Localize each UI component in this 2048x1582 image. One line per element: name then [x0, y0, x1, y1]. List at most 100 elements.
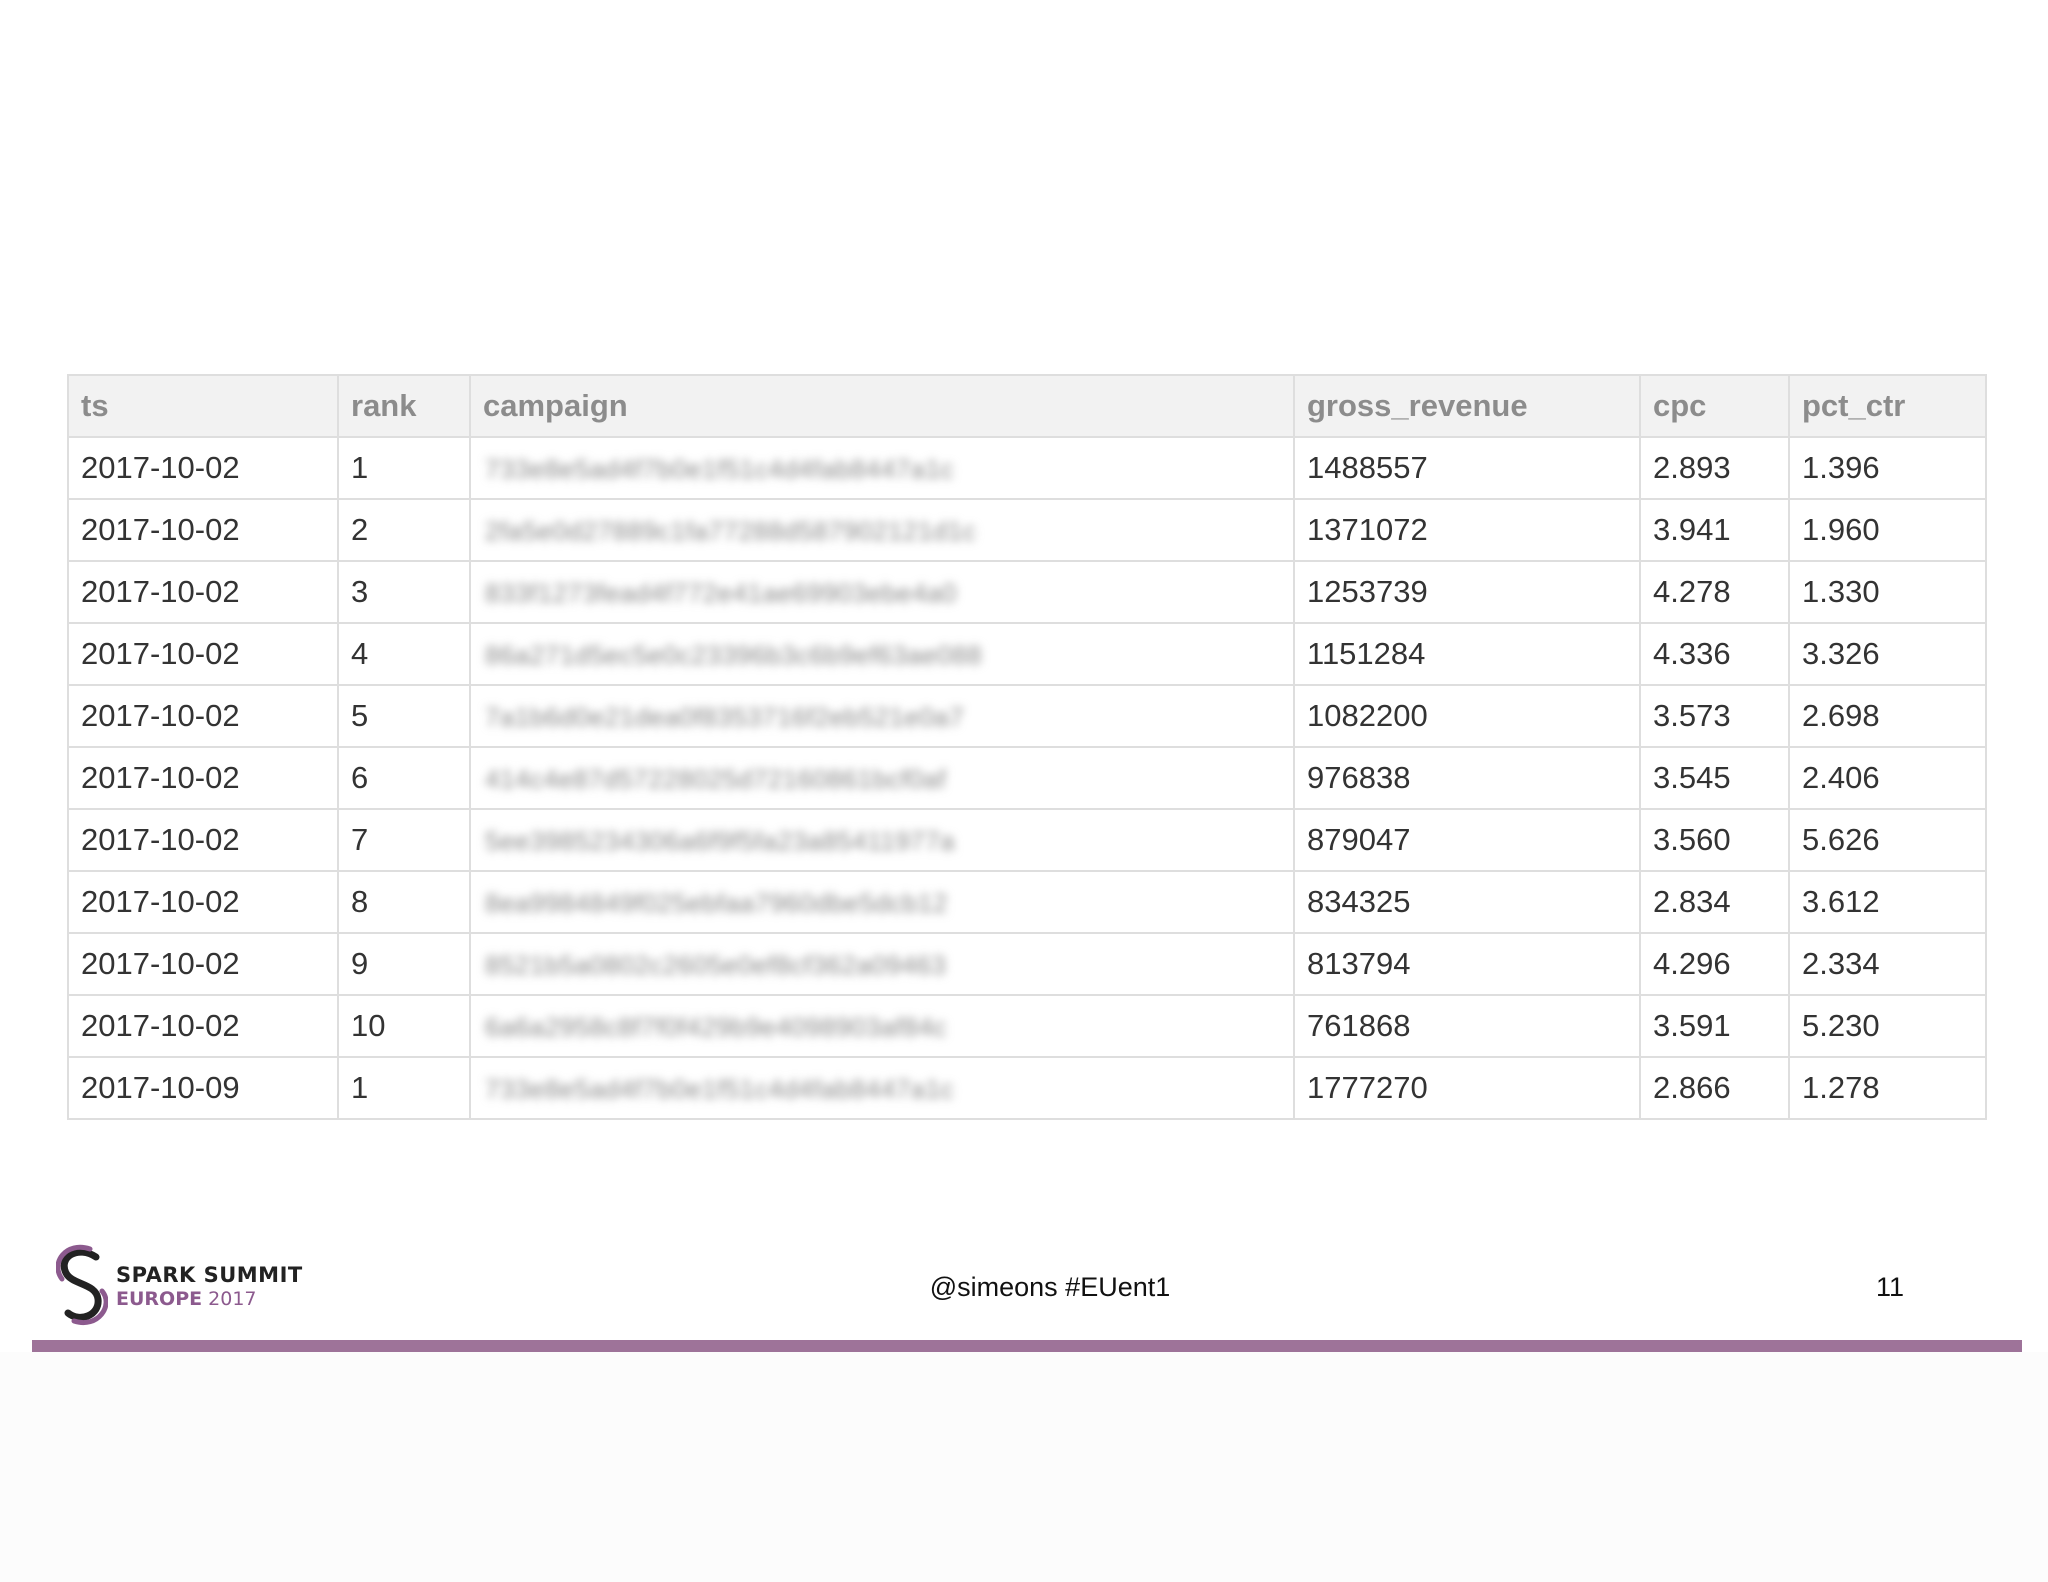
cell-cpc: 3.560: [1639, 808, 1790, 872]
cell-pct-ctr: 1.396: [1788, 436, 1987, 500]
cell-campaign: 733e8e5ad4f7b0e1f51c4d4fab8447a1c: [469, 436, 1295, 500]
cell-campaign: 8521b5a0802c2605e0ef8cf362a09463: [469, 932, 1295, 996]
cell-ts: 2017-10-02: [67, 560, 339, 624]
cell-ts: 2017-10-02: [67, 684, 339, 748]
cell-cpc: 2.866: [1639, 1056, 1790, 1120]
column-header-ts: ts: [67, 374, 339, 438]
cell-rank: 4: [337, 622, 471, 686]
redacted-campaign-id: 733e8e5ad4f7b0e1f51c4d4fab8447a1c: [485, 1074, 955, 1104]
spark-summit-logo: SPARK SUMMIT EUROPE 2017: [56, 1243, 316, 1327]
table-row: 2017-10-02 3 833f1273fead4f772e41ae69903eb…: [67, 560, 1987, 624]
table-row: 2017-10-02 6 414c4e87d57228025d72160861bcf…: [67, 746, 1987, 810]
cell-cpc: 4.296: [1639, 932, 1790, 996]
logo-subtitle: EUROPE 2017: [116, 1288, 257, 1310]
cell-pct-ctr: 2.406: [1788, 746, 1987, 810]
redacted-campaign-id: 8521b5a0802c2605e0ef8cf362a09463: [485, 950, 947, 980]
redacted-campaign-id: 414c4e87d57228025d72160861bcf0af: [485, 764, 947, 794]
cell-pct-ctr: 2.334: [1788, 932, 1987, 996]
cell-ts: 2017-10-02: [67, 870, 339, 934]
cell-rank: 9: [337, 932, 471, 996]
cell-campaign: 8ea9984849f025ebfaa7960dbe5dcb12: [469, 870, 1295, 934]
cell-campaign: 86a271d5ec5e0c23396b3c6b9ef63ae088: [469, 622, 1295, 686]
table-row: 2017-10-02 9 8521b5a0802c2605e0ef8cf362a09…: [67, 932, 1987, 996]
cell-gross-revenue: 1371072: [1293, 498, 1641, 562]
cell-ts: 2017-10-02: [67, 932, 339, 996]
cell-gross-revenue: 1777270: [1293, 1056, 1641, 1120]
redacted-campaign-id: 86a271d5ec5e0c23396b3c6b9ef63ae088: [485, 640, 983, 670]
cell-cpc: 3.591: [1639, 994, 1790, 1058]
redacted-campaign-id: 6a6a2958c8f7f0f429b9e4098903af84c: [485, 1012, 947, 1042]
cell-cpc: 3.573: [1639, 684, 1790, 748]
cell-pct-ctr: 3.612: [1788, 870, 1987, 934]
cell-pct-ctr: 2.698: [1788, 684, 1987, 748]
cell-rank: 3: [337, 560, 471, 624]
table-header-row: ts rank campaign gross_revenue cpc pct_ctr: [67, 374, 1987, 438]
column-header-cpc: cpc: [1639, 374, 1790, 438]
cell-cpc: 2.834: [1639, 870, 1790, 934]
table-row: 2017-10-02 4 86a271d5ec5e0c23396b3c6b9ef63…: [67, 622, 1987, 686]
cell-gross-revenue: 1082200: [1293, 684, 1641, 748]
cell-rank: 2: [337, 498, 471, 562]
cell-ts: 2017-10-02: [67, 746, 339, 810]
logo-subtitle-word: EUROPE: [116, 1288, 203, 1310]
table-body: 2017-10-02 1 733e8e5ad4f7b0e1f51c4d4fab844…: [67, 436, 1987, 1120]
cell-cpc: 4.336: [1639, 622, 1790, 686]
cell-gross-revenue: 879047: [1293, 808, 1641, 872]
cell-rank: 8: [337, 870, 471, 934]
cell-pct-ctr: 3.326: [1788, 622, 1987, 686]
cell-gross-revenue: 834325: [1293, 870, 1641, 934]
cell-rank: 5: [337, 684, 471, 748]
cell-cpc: 3.545: [1639, 746, 1790, 810]
cell-ts: 2017-10-02: [67, 622, 339, 686]
cell-gross-revenue: 1151284: [1293, 622, 1641, 686]
table-row: 2017-10-02 2 2fa5e0d27889c1fa77288d5879021…: [67, 498, 1987, 562]
results-table: ts rank campaign gross_revenue cpc pct_ctr 20…: [67, 374, 1987, 1120]
table-row: 2017-10-02 8 8ea9984849f025ebfaa7960dbe5dc…: [67, 870, 1987, 934]
cell-ts: 2017-10-02: [67, 498, 339, 562]
cell-campaign: 733e8e5ad4f7b0e1f51c4d4fab8447a1c: [469, 1056, 1295, 1120]
column-header-rank: rank: [337, 374, 471, 438]
redacted-campaign-id: 5ee3985234306a6f9f5fa23a85411977a: [485, 826, 956, 856]
column-header-campaign: campaign: [469, 374, 1295, 438]
logo-title: SPARK SUMMIT: [116, 1263, 303, 1287]
redacted-campaign-id: 833f1273fead4f772e41ae69903ebe4a0: [485, 578, 957, 608]
cell-rank: 10: [337, 994, 471, 1058]
cell-gross-revenue: 1253739: [1293, 560, 1641, 624]
cell-cpc: 2.893: [1639, 436, 1790, 500]
cell-pct-ctr: 1.278: [1788, 1056, 1987, 1120]
cell-rank: 7: [337, 808, 471, 872]
table-row: 2017-10-02 7 5ee3985234306a6f9f5fa23a85411…: [67, 808, 1987, 872]
spark-summit-logo-icon: [56, 1244, 108, 1326]
cell-gross-revenue: 813794: [1293, 932, 1641, 996]
column-header-pct-ctr: pct_ctr: [1788, 374, 1987, 438]
redacted-campaign-id: 2fa5e0d27889c1fa77288d587902121d1c: [485, 516, 977, 546]
table-row: 2017-10-02 10 6a6a2958c8f7f0f429b9e4098903…: [67, 994, 1987, 1058]
cell-campaign: 7a1b6d0e21dea0f8353716f2eb521e0a7: [469, 684, 1295, 748]
cell-pct-ctr: 1.330: [1788, 560, 1987, 624]
cell-gross-revenue: 976838: [1293, 746, 1641, 810]
cell-rank: 6: [337, 746, 471, 810]
cell-cpc: 3.941: [1639, 498, 1790, 562]
table-row: 2017-10-09 1 733e8e5ad4f7b0e1f51c4d4fab844…: [67, 1056, 1987, 1120]
table-row: 2017-10-02 1 733e8e5ad4f7b0e1f51c4d4fab844…: [67, 436, 1987, 500]
footer-accent-bar: [32, 1340, 2022, 1352]
cell-pct-ctr: 5.626: [1788, 808, 1987, 872]
cell-campaign: 6a6a2958c8f7f0f429b9e4098903af84c: [469, 994, 1295, 1058]
cell-rank: 1: [337, 436, 471, 500]
slide: ts rank campaign gross_revenue cpc pct_ctr 20…: [0, 0, 2048, 1352]
cell-campaign: 414c4e87d57228025d72160861bcf0af: [469, 746, 1295, 810]
cell-pct-ctr: 1.960: [1788, 498, 1987, 562]
redacted-campaign-id: 7a1b6d0e21dea0f8353716f2eb521e0a7: [485, 702, 965, 732]
page-number: 11: [1875, 1272, 1905, 1302]
cell-ts: 2017-10-02: [67, 808, 339, 872]
redacted-campaign-id: 8ea9984849f025ebfaa7960dbe5dcb12: [485, 888, 948, 918]
column-header-gross-revenue: gross_revenue: [1293, 374, 1641, 438]
cell-ts: 2017-10-02: [67, 994, 339, 1058]
cell-campaign: 5ee3985234306a6f9f5fa23a85411977a: [469, 808, 1295, 872]
cell-ts: 2017-10-02: [67, 436, 339, 500]
cell-pct-ctr: 5.230: [1788, 994, 1987, 1058]
cell-campaign: 833f1273fead4f772e41ae69903ebe4a0: [469, 560, 1295, 624]
redacted-campaign-id: 733e8e5ad4f7b0e1f51c4d4fab8447a1c: [485, 454, 955, 484]
cell-gross-revenue: 1488557: [1293, 436, 1641, 500]
logo-subtitle-year: 2017: [208, 1288, 257, 1310]
